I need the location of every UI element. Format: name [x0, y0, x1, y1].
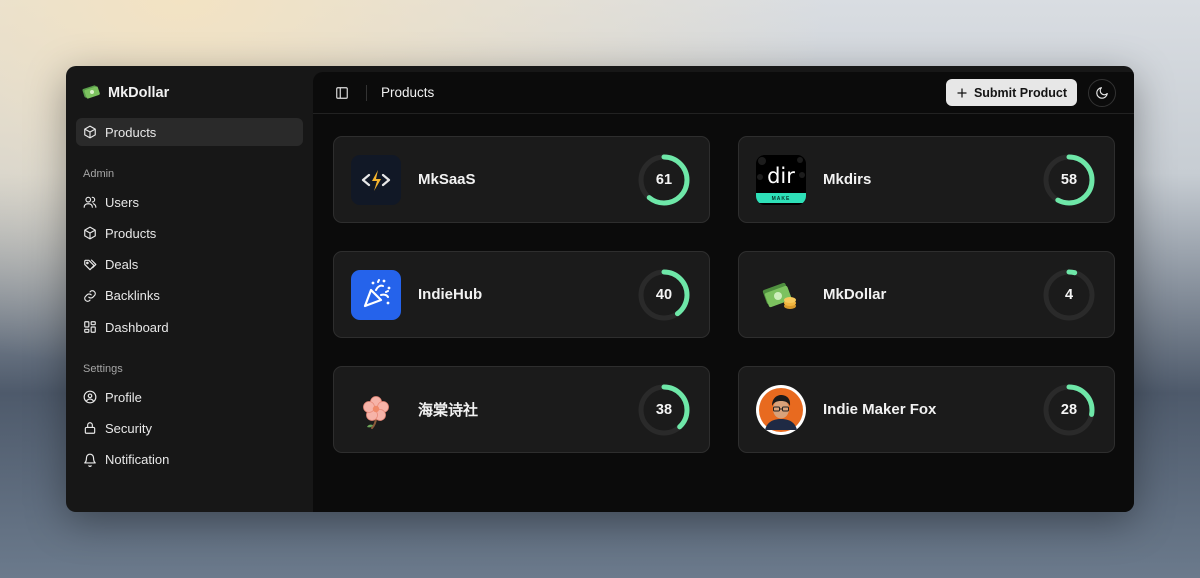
score-value: 40 [655, 286, 673, 303]
sidebar-item-label: Users [105, 194, 139, 210]
mkdirs-logo-text: dir [767, 163, 795, 188]
product-name: MkSaaS [418, 171, 476, 188]
product-card[interactable]: IndieHub 40 [333, 251, 710, 338]
score-ring: 40 [637, 268, 691, 322]
sidebar-item-notification[interactable]: Notification [76, 446, 303, 474]
score-ring: 38 [637, 383, 691, 437]
mkdirs-logo-subtext: MAKE [771, 195, 791, 202]
score-value: 28 [1060, 401, 1078, 418]
theme-toggle-button[interactable] [1088, 78, 1116, 107]
indiehub-party-icon [351, 269, 401, 320]
sidebar-item-dashboard[interactable]: Dashboard [76, 313, 303, 341]
package-icon [84, 226, 96, 240]
mksaas-logo-icon [351, 154, 401, 205]
product-card[interactable]: MkSaaS 61 [333, 136, 710, 223]
admin-group-label: Admin [83, 168, 115, 180]
sidebar-item-label: Profile [105, 389, 142, 405]
settings-group-label: Settings [83, 363, 123, 376]
sidebar-item-products[interactable]: Products [76, 118, 303, 146]
dashboard-icon [84, 321, 96, 334]
moon-icon [1096, 86, 1108, 99]
sidebar-item-label: Security [105, 420, 152, 436]
sidebar-item-label: Dashboard [105, 319, 169, 335]
brand[interactable]: MkDollar [76, 82, 303, 104]
sidebar-item-security[interactable]: Security [76, 414, 303, 442]
sidebar-toggle-button[interactable] [333, 84, 351, 102]
lock-icon [84, 422, 96, 435]
sidebar-item-admin-products[interactable]: Products [76, 219, 303, 247]
tags-icon [84, 258, 97, 270]
score-ring: 58 [1042, 153, 1096, 207]
package-icon [84, 125, 96, 139]
score-ring: 4 [1042, 268, 1096, 322]
score-value: 58 [1060, 171, 1078, 188]
flower-logo-icon [351, 385, 401, 435]
users-icon [83, 196, 97, 208]
product-card[interactable]: Indie Maker Fox 28 [738, 366, 1115, 453]
sidebar: MkDollar Products Admin Users Products D… [66, 66, 313, 512]
app-window: MkDollar Products Admin Users Products D… [66, 66, 1134, 512]
money-logo-icon [82, 83, 100, 104]
score-ring: 28 [1042, 383, 1096, 437]
brand-name: MkDollar [108, 85, 170, 101]
sidebar-item-label: Products [105, 225, 157, 241]
main-content: Products Submit Product MkSaaS 61 dir MA… [313, 72, 1134, 512]
user-circle-icon [83, 390, 97, 404]
money-stack-icon [756, 270, 806, 320]
sidebar-item-label: Products [105, 124, 157, 140]
sidebar-item-profile[interactable]: Profile [76, 383, 303, 411]
submit-product-label: Submit Product [973, 85, 1067, 100]
sidebar-item-deals[interactable]: Deals [76, 251, 303, 279]
plus-icon [957, 87, 967, 98]
sidebar-item-backlinks[interactable]: Backlinks [76, 282, 303, 310]
product-card[interactable]: 海棠诗社 38 [333, 366, 710, 453]
product-name: 海棠诗社 [418, 402, 479, 419]
mkdirs-logo-icon: dir MAKE [756, 154, 806, 205]
product-card[interactable]: dir MAKE Mkdirs 58 [738, 136, 1115, 223]
link-icon [84, 290, 96, 302]
sidebar-item-label: Backlinks [105, 288, 160, 304]
sidebar-item-label: Notification [105, 452, 170, 468]
sidebar-item-label: Deals [105, 257, 139, 273]
product-card[interactable]: MkDollar 4 [738, 251, 1115, 338]
page-title: Products [381, 85, 435, 100]
bell-icon [84, 453, 96, 467]
score-ring: 61 [637, 153, 691, 207]
score-value: 61 [655, 171, 673, 188]
product-name: MkDollar [823, 286, 887, 303]
product-name: Mkdirs [823, 171, 872, 188]
sidebar-item-users[interactable]: Users [76, 188, 303, 216]
sidebar-toggle-icon [336, 86, 348, 99]
submit-product-button[interactable]: Submit Product [945, 79, 1077, 106]
avatar [756, 384, 806, 435]
product-name: IndieHub [418, 286, 483, 303]
score-value: 38 [655, 401, 673, 418]
product-name: Indie Maker Fox [823, 401, 937, 418]
score-value: 4 [1064, 286, 1074, 303]
product-grid: MkSaaS 61 dir MAKE Mkdirs 58 IndieHub 40… [313, 114, 1134, 453]
top-bar: Products Submit Product [313, 72, 1134, 114]
separator [366, 84, 367, 101]
